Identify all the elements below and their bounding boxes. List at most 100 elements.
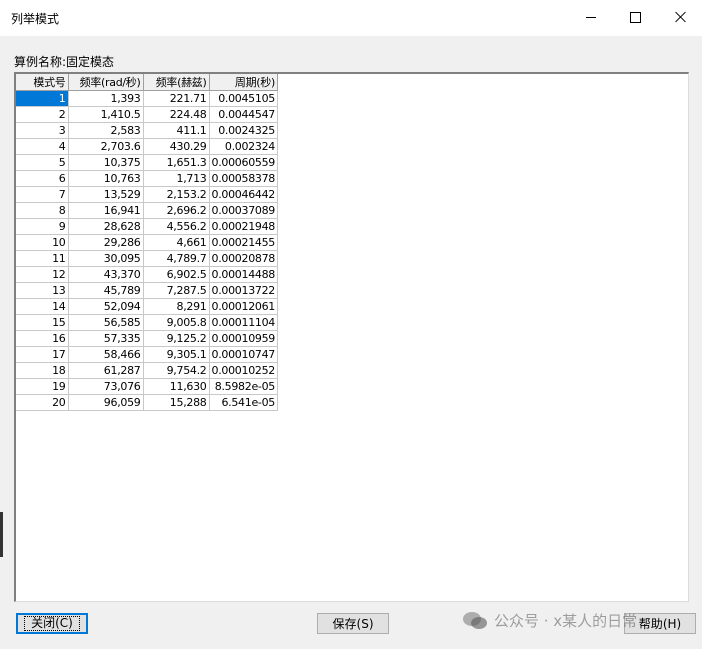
cell-freq-rad[interactable]: 16,941 — [68, 202, 144, 219]
cell-mode[interactable]: 12 — [16, 266, 69, 283]
column-header-freq-rad[interactable]: 频率(rad/秒) — [68, 74, 144, 91]
table-row[interactable]: 15 56,585 9,005.8 0.00011104 — [16, 314, 278, 331]
cell-period[interactable]: 0.00037089 — [209, 202, 278, 219]
cell-freq-hz[interactable]: 11,630 — [143, 378, 210, 395]
cell-freq-hz[interactable]: 1,713 — [143, 170, 210, 187]
cell-freq-rad[interactable]: 10,375 — [68, 154, 144, 171]
cell-mode[interactable]: 3 — [16, 122, 69, 139]
cell-mode[interactable]: 14 — [16, 298, 69, 315]
cell-mode[interactable]: 9 — [16, 218, 69, 235]
cell-freq-rad[interactable]: 52,094 — [68, 298, 144, 315]
cell-period[interactable]: 0.00021455 — [209, 234, 278, 251]
table-row[interactable]: 2 1,410.5 224.48 0.0044547 — [16, 106, 278, 123]
cell-freq-hz[interactable]: 9,305.1 — [143, 346, 210, 363]
cell-freq-hz[interactable]: 9,754.2 — [143, 362, 210, 379]
cell-freq-hz[interactable]: 2,696.2 — [143, 202, 210, 219]
cell-mode[interactable]: 16 — [16, 330, 69, 347]
title-bar[interactable]: 列举模式 — [0, 0, 702, 36]
cell-freq-hz[interactable]: 430.29 — [143, 138, 210, 155]
cell-period[interactable]: 0.002324 — [209, 138, 278, 155]
cell-period[interactable]: 0.00012061 — [209, 298, 278, 315]
column-header-period[interactable]: 周期(秒) — [209, 74, 278, 91]
save-button[interactable]: 保存(S) — [317, 613, 389, 634]
cell-mode[interactable]: 17 — [16, 346, 69, 363]
table-row[interactable]: 11 30,095 4,789.7 0.00020878 — [16, 250, 278, 267]
cell-freq-rad[interactable]: 29,286 — [68, 234, 144, 251]
cell-period[interactable]: 0.00014488 — [209, 266, 278, 283]
cell-period[interactable]: 0.00058378 — [209, 170, 278, 187]
table-row[interactable]: 13 45,789 7,287.5 0.00013722 — [16, 282, 278, 299]
cell-freq-hz[interactable]: 4,789.7 — [143, 250, 210, 267]
cell-mode[interactable]: 20 — [16, 394, 69, 411]
cell-mode[interactable]: 11 — [16, 250, 69, 267]
cell-period[interactable]: 8.5982e-05 — [209, 378, 278, 395]
cell-freq-rad[interactable]: 10,763 — [68, 170, 144, 187]
cell-period[interactable]: 0.00010747 — [209, 346, 278, 363]
cell-mode[interactable]: 5 — [16, 154, 69, 171]
cell-freq-rad[interactable]: 28,628 — [68, 218, 144, 235]
cell-freq-rad[interactable]: 13,529 — [68, 186, 144, 203]
cell-period[interactable]: 0.0024325 — [209, 122, 278, 139]
cell-freq-rad[interactable]: 57,335 — [68, 330, 144, 347]
cell-freq-hz[interactable]: 221.71 — [143, 90, 210, 107]
cell-mode[interactable]: 8 — [16, 202, 69, 219]
table-row[interactable]: 5 10,375 1,651.3 0.00060559 — [16, 154, 278, 171]
cell-period[interactable]: 0.00020878 — [209, 250, 278, 267]
table-row[interactable]: 7 13,529 2,153.2 0.00046442 — [16, 186, 278, 203]
cell-freq-hz[interactable]: 8,291 — [143, 298, 210, 315]
table-row[interactable]: 12 43,370 6,902.5 0.00014488 — [16, 266, 278, 283]
modes-list-panel[interactable]: 模式号 频率(rad/秒) 频率(赫兹) 周期(秒) 1 1,393 221.71 0… — [14, 72, 689, 602]
cell-mode[interactable]: 18 — [16, 362, 69, 379]
cell-mode[interactable]: 7 — [16, 186, 69, 203]
cell-period[interactable]: 0.00021948 — [209, 218, 278, 235]
cell-period[interactable]: 0.00046442 — [209, 186, 278, 203]
close-button[interactable]: 关闭(C) — [16, 613, 88, 634]
cell-freq-hz[interactable]: 6,902.5 — [143, 266, 210, 283]
cell-freq-hz[interactable]: 9,125.2 — [143, 330, 210, 347]
cell-period[interactable]: 0.00010252 — [209, 362, 278, 379]
table-row[interactable]: 19 73,076 11,630 8.5982e-05 — [16, 378, 278, 395]
table-row[interactable]: 9 28,628 4,556.2 0.00021948 — [16, 218, 278, 235]
cell-freq-rad[interactable]: 43,370 — [68, 266, 144, 283]
cell-freq-rad[interactable]: 2,703.6 — [68, 138, 144, 155]
help-button[interactable]: 帮助(H) — [624, 613, 696, 634]
cell-freq-hz[interactable]: 2,153.2 — [143, 186, 210, 203]
cell-freq-rad[interactable]: 61,287 — [68, 362, 144, 379]
cell-freq-rad[interactable]: 56,585 — [68, 314, 144, 331]
table-row[interactable]: 4 2,703.6 430.29 0.002324 — [16, 138, 278, 155]
cell-mode[interactable]: 13 — [16, 282, 69, 299]
cell-freq-rad[interactable]: 45,789 — [68, 282, 144, 299]
cell-freq-hz[interactable]: 15,288 — [143, 394, 210, 411]
cell-mode[interactable]: 1 — [16, 90, 69, 107]
cell-freq-hz[interactable]: 224.48 — [143, 106, 210, 123]
cell-freq-hz[interactable]: 7,287.5 — [143, 282, 210, 299]
cell-period[interactable]: 0.00013722 — [209, 282, 278, 299]
cell-mode[interactable]: 10 — [16, 234, 69, 251]
table-row[interactable]: 20 96,059 15,288 6.541e-05 — [16, 394, 278, 411]
cell-period[interactable]: 0.00011104 — [209, 314, 278, 331]
cell-freq-hz[interactable]: 1,651.3 — [143, 154, 210, 171]
table-row[interactable]: 16 57,335 9,125.2 0.00010959 — [16, 330, 278, 347]
maximize-button[interactable] — [612, 0, 658, 34]
cell-freq-rad[interactable]: 30,095 — [68, 250, 144, 267]
table-row[interactable]: 6 10,763 1,713 0.00058378 — [16, 170, 278, 187]
table-row[interactable]: 17 58,466 9,305.1 0.00010747 — [16, 346, 278, 363]
cell-mode[interactable]: 6 — [16, 170, 69, 187]
table-row[interactable]: 10 29,286 4,661 0.00021455 — [16, 234, 278, 251]
column-header-freq-hz[interactable]: 频率(赫兹) — [143, 74, 210, 91]
cell-freq-hz[interactable]: 4,556.2 — [143, 218, 210, 235]
cell-mode[interactable]: 19 — [16, 378, 69, 395]
cell-mode[interactable]: 4 — [16, 138, 69, 155]
cell-freq-rad[interactable]: 1,393 — [68, 90, 144, 107]
cell-freq-rad[interactable]: 2,583 — [68, 122, 144, 139]
table-row[interactable]: 3 2,583 411.1 0.0024325 — [16, 122, 278, 139]
column-header-mode[interactable]: 模式号 — [16, 74, 69, 91]
cell-freq-hz[interactable]: 4,661 — [143, 234, 210, 251]
cell-freq-rad[interactable]: 73,076 — [68, 378, 144, 395]
cell-period[interactable]: 6.541e-05 — [209, 394, 278, 411]
cell-mode[interactable]: 2 — [16, 106, 69, 123]
cell-period[interactable]: 0.00060559 — [209, 154, 278, 171]
cell-period[interactable]: 0.0044547 — [209, 106, 278, 123]
table-row[interactable]: 14 52,094 8,291 0.00012061 — [16, 298, 278, 315]
minimize-button[interactable] — [568, 0, 614, 34]
